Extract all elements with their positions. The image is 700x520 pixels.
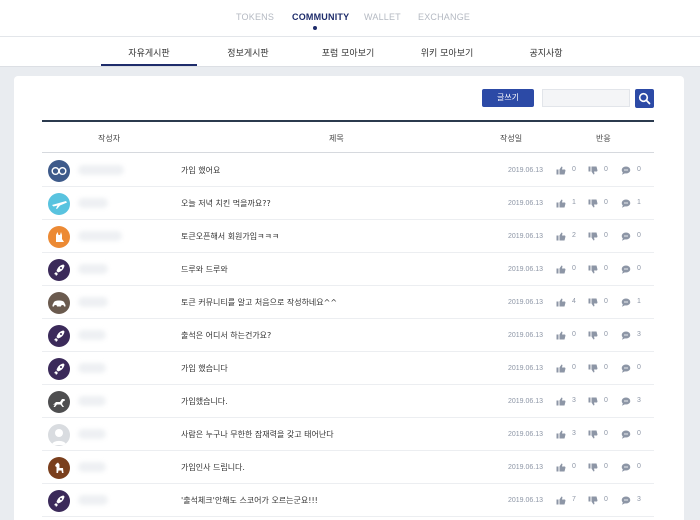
header-reactions: 반응: [596, 134, 611, 143]
top-nav: TOKENS COMMUNITY WALLET EXCHANGE: [0, 0, 700, 36]
avatar-cat-icon: [48, 226, 70, 248]
post-date: 2019.06.13: [508, 464, 544, 471]
header-date: 작성일: [500, 134, 523, 143]
author-name-blurred: [78, 198, 108, 208]
post-date: 2019.06.13: [508, 200, 544, 207]
post-date: 2019.06.13: [508, 431, 544, 438]
post-date: 2019.06.13: [508, 365, 544, 372]
post-date: 2019.06.13: [508, 497, 544, 504]
post-date: 2019.06.13: [508, 299, 544, 306]
author-name-blurred: [78, 462, 106, 472]
tab-wiki-collection[interactable]: 위키 모아보기: [399, 46, 495, 59]
author-name-blurred: [78, 330, 106, 340]
tab-free-board[interactable]: 자유게시판: [101, 46, 197, 59]
post-date: 2019.06.13: [508, 398, 544, 405]
table-header: 작성자 제목 작성일 반응: [42, 120, 654, 153]
author-name-blurred: [78, 165, 124, 175]
nav-tokens[interactable]: TOKENS: [236, 12, 274, 22]
table-row[interactable]: 사람은 누구나 무한한 잠재력을 갖고 태어난다 2019.06.13 3 0 0: [42, 418, 654, 451]
post-title[interactable]: 가입 했습니다: [181, 363, 228, 374]
table-row[interactable]: 오늘 저녁 치킨 먹을까요?? 2019.06.13 1 0 1: [42, 187, 654, 220]
tab-info-board[interactable]: 정보게시판: [200, 46, 296, 59]
tab-notices[interactable]: 공지사항: [498, 46, 594, 59]
post-title[interactable]: 토큰 커뮤니티를 알고 처음으로 작성하네요^^: [181, 297, 337, 308]
table-row[interactable]: 토큰 커뮤니티를 알고 처음으로 작성하네요^^ 2019.06.13 4 0 1: [42, 286, 654, 319]
table-row[interactable]: 출석은 어디서 하는건가요? 2019.06.13 0 0 3: [42, 319, 654, 352]
post-title[interactable]: 출석은 어디서 하는건가요?: [181, 330, 271, 341]
author-name-blurred: [78, 297, 108, 307]
post-title[interactable]: 가입인사 드립니다.: [181, 462, 245, 473]
header-author: 작성자: [98, 134, 121, 143]
avatar-plane-icon: [48, 193, 70, 215]
avatar-rocket-icon: [48, 325, 70, 347]
board-card: 글쓰기 작성자 제목 작성일 반응 가입 했어요 2019.06.13 0 0 0 오늘 …: [14, 76, 684, 520]
nav-community[interactable]: COMMUNITY: [292, 12, 349, 22]
post-date: 2019.06.13: [508, 233, 544, 240]
table-row[interactable]: 토큰오픈해서 회원가입ㅋㅋㅋ 2019.06.13 2 0 0: [42, 220, 654, 253]
post-date: 2019.06.13: [508, 332, 544, 339]
avatar-default-user-icon: [48, 424, 70, 446]
author-name-blurred: [78, 231, 122, 241]
tab-forum-collection[interactable]: 포럼 모아보기: [300, 46, 396, 59]
table-row[interactable]: 가입했습니다. 2019.06.13 3 0 3: [42, 385, 654, 418]
avatar-glasses-icon: [48, 160, 70, 182]
post-title[interactable]: 가입 했어요: [181, 165, 220, 176]
post-title[interactable]: 드루와 드루와: [181, 264, 228, 275]
table-row[interactable]: 가입 했습니다 2019.06.13 0 0 0: [42, 352, 654, 385]
search-button[interactable]: [635, 89, 654, 108]
avatar-dog-icon: [48, 457, 70, 479]
table-row[interactable]: 가입 했어요 2019.06.13 0 0 0: [42, 154, 654, 187]
avatar-dog-run-icon: [48, 391, 70, 413]
post-title[interactable]: 오늘 저녁 치킨 먹을까요??: [181, 198, 271, 209]
author-name-blurred: [78, 396, 106, 406]
avatar-rocket-icon: [48, 358, 70, 380]
author-name-blurred: [78, 495, 108, 505]
post-title[interactable]: 토큰오픈해서 회원가입ㅋㅋㅋ: [181, 231, 279, 242]
avatar-rocket-icon: [48, 490, 70, 512]
nav-exchange[interactable]: EXCHANGE: [418, 12, 470, 22]
table-row[interactable]: 드루와 드루와 2019.06.13 0 0 0: [42, 253, 654, 286]
active-tab-underline: [101, 64, 197, 66]
table-row[interactable]: 가입인사 드립니다. 2019.06.13 0 0 0: [42, 451, 654, 484]
write-button[interactable]: 글쓰기: [482, 89, 534, 107]
search-input[interactable]: [542, 89, 630, 107]
table-row[interactable]: '출석체크'안해도 스코어가 오르는군요!!! 2019.06.13 7 0 3: [42, 484, 654, 517]
post-list: 가입 했어요 2019.06.13 0 0 0 오늘 저녁 치킨 먹을까요?? 2019.0…: [42, 154, 654, 517]
board-tabs: 자유게시판 정보게시판 포럼 모아보기 위키 모아보기 공지사항: [0, 36, 700, 67]
search-icon: [638, 92, 651, 105]
author-name-blurred: [78, 363, 106, 373]
avatar-rocket-icon: [48, 259, 70, 281]
header-title: 제목: [329, 134, 344, 143]
active-indicator-dot: [313, 26, 317, 30]
post-date: 2019.06.13: [508, 266, 544, 273]
post-date: 2019.06.13: [508, 167, 544, 174]
post-title[interactable]: 가입했습니다.: [181, 396, 228, 407]
post-title[interactable]: 사람은 누구나 무한한 잠재력을 갖고 태어난다: [181, 429, 334, 440]
author-name-blurred: [78, 429, 106, 439]
author-name-blurred: [78, 264, 108, 274]
avatar-car-icon: [48, 292, 70, 314]
nav-wallet[interactable]: WALLET: [364, 12, 401, 22]
post-title[interactable]: '출석체크'안해도 스코어가 오르는군요!!!: [181, 495, 318, 506]
